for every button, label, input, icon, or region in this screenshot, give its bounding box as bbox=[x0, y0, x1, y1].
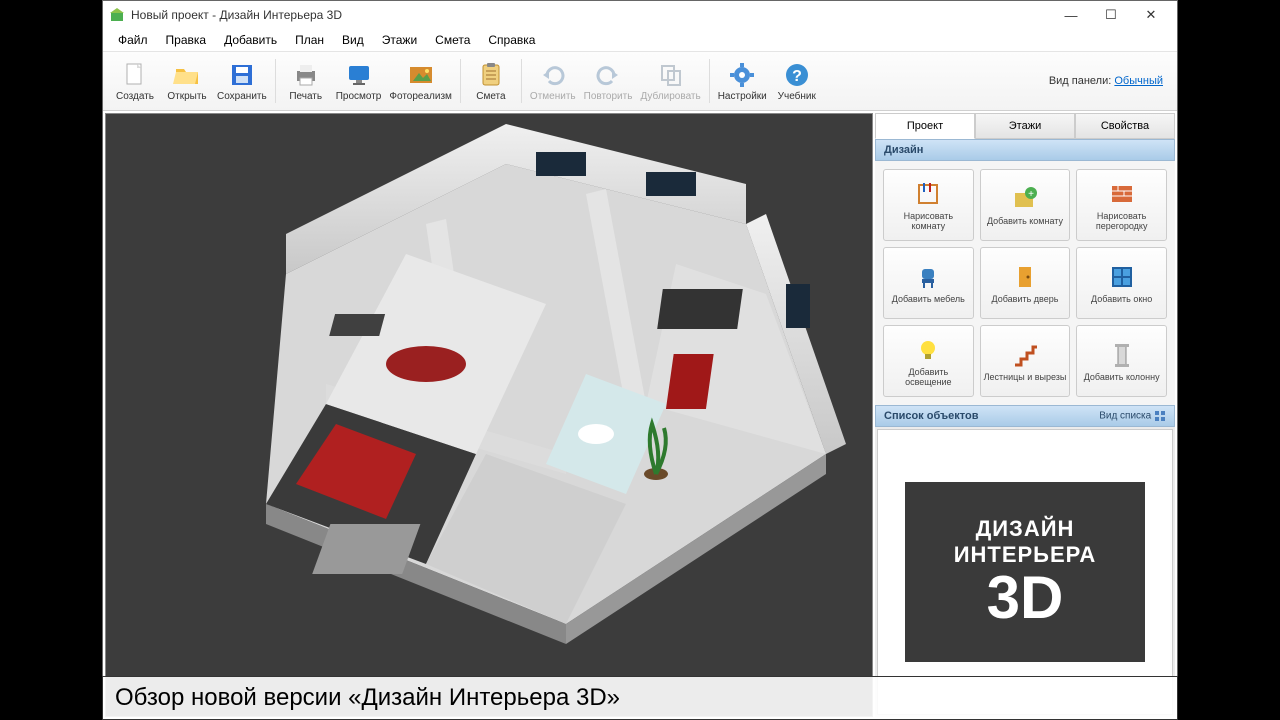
app-window: Новый проект - Дизайн Интерьера 3D — ☐ ✕… bbox=[102, 0, 1178, 720]
menu-view[interactable]: Вид bbox=[335, 31, 371, 49]
monitor-icon bbox=[345, 61, 373, 89]
object-list[interactable]: ДИЗАЙН ИНТЕРЬЕРА 3D bbox=[877, 429, 1173, 715]
toolbar: Создать Открыть Сохранить Печать Просмот… bbox=[103, 51, 1177, 111]
main-area: Проект Этажи Свойства Дизайн Нарисовать … bbox=[103, 111, 1177, 719]
tool-add-column[interactable]: Добавить колонну bbox=[1076, 325, 1167, 397]
menu-floors[interactable]: Этажи bbox=[375, 31, 424, 49]
gear-icon bbox=[728, 61, 756, 89]
floorplan-render bbox=[146, 124, 866, 644]
menu-estimate[interactable]: Смета bbox=[428, 31, 477, 49]
separator bbox=[460, 59, 461, 103]
window-title: Новый проект - Дизайн Интерьера 3D bbox=[131, 8, 1051, 22]
tool-add-door[interactable]: Добавить дверь bbox=[980, 247, 1071, 319]
panel-mode-link[interactable]: Обычный bbox=[1114, 75, 1163, 87]
separator bbox=[521, 59, 522, 103]
menu-edit[interactable]: Правка bbox=[159, 31, 214, 49]
maximize-button[interactable]: ☐ bbox=[1091, 3, 1131, 27]
create-button[interactable]: Создать bbox=[109, 53, 161, 109]
new-file-icon bbox=[121, 61, 149, 89]
close-button[interactable]: ✕ bbox=[1131, 3, 1171, 27]
tool-add-window[interactable]: Добавить окно bbox=[1076, 247, 1167, 319]
tab-properties[interactable]: Свойства bbox=[1075, 113, 1175, 139]
draw-room-icon bbox=[914, 180, 942, 208]
photo-icon bbox=[407, 61, 435, 89]
duplicate-button[interactable]: Дублировать bbox=[636, 53, 704, 109]
viewport-3d[interactable] bbox=[105, 113, 873, 717]
menu-help[interactable]: Справка bbox=[481, 31, 542, 49]
tool-add-furniture[interactable]: Добавить мебель bbox=[883, 247, 974, 319]
svg-text:+: + bbox=[1028, 189, 1034, 200]
tab-project[interactable]: Проект bbox=[875, 113, 975, 139]
stairs-icon bbox=[1011, 341, 1039, 369]
panel-mode-selector[interactable]: Вид панели: Обычный bbox=[1049, 75, 1171, 87]
video-caption: Обзор новой версии «Дизайн Интерьера 3D» bbox=[102, 676, 1178, 720]
chair-icon bbox=[914, 263, 942, 291]
column-icon bbox=[1108, 341, 1136, 369]
list-view-toggle[interactable]: Вид списка bbox=[1099, 410, 1166, 422]
tool-stairs-cutouts[interactable]: Лестницы и вырезы bbox=[980, 325, 1071, 397]
logo-3d: ДИЗАЙН ИНТЕРЬЕРА 3D bbox=[905, 482, 1145, 662]
design-tool-grid: Нарисовать комнату + Добавить комнату На… bbox=[875, 161, 1175, 405]
help-icon: ? bbox=[783, 61, 811, 89]
clipboard-icon bbox=[477, 61, 505, 89]
print-button[interactable]: Печать bbox=[280, 53, 332, 109]
tool-add-lighting[interactable]: Добавить освещение bbox=[883, 325, 974, 397]
redo-button[interactable]: Повторить bbox=[580, 53, 637, 109]
titlebar: Новый проект - Дизайн Интерьера 3D — ☐ ✕ bbox=[103, 1, 1177, 29]
printer-icon bbox=[292, 61, 320, 89]
brick-wall-icon bbox=[1108, 180, 1136, 208]
estimate-button[interactable]: Смета bbox=[465, 53, 517, 109]
tool-draw-partition[interactable]: Нарисовать перегородку bbox=[1076, 169, 1167, 241]
tool-draw-room[interactable]: Нарисовать комнату bbox=[883, 169, 974, 241]
design-section-header: Дизайн bbox=[875, 139, 1175, 161]
open-button[interactable]: Открыть bbox=[161, 53, 213, 109]
add-room-icon: + bbox=[1011, 185, 1039, 213]
side-panel: Проект Этажи Свойства Дизайн Нарисовать … bbox=[875, 113, 1175, 717]
window-icon bbox=[1108, 263, 1136, 291]
menu-file[interactable]: Файл bbox=[111, 31, 155, 49]
svg-text:?: ? bbox=[792, 68, 802, 85]
menu-add[interactable]: Добавить bbox=[217, 31, 284, 49]
photoreal-button[interactable]: Фотореализм bbox=[385, 53, 456, 109]
tab-floors[interactable]: Этажи bbox=[975, 113, 1075, 139]
list-view-icon bbox=[1154, 410, 1166, 422]
floppy-icon bbox=[228, 61, 256, 89]
help-button[interactable]: ? Учебник bbox=[771, 53, 823, 109]
door-icon bbox=[1011, 263, 1039, 291]
separator bbox=[275, 59, 276, 103]
save-button[interactable]: Сохранить bbox=[213, 53, 271, 109]
preview-button[interactable]: Просмотр bbox=[332, 53, 386, 109]
menubar: Файл Правка Добавить План Вид Этажи Смет… bbox=[103, 29, 1177, 51]
objects-section-header: Список объектов Вид списка bbox=[875, 405, 1175, 427]
undo-button[interactable]: Отменить bbox=[526, 53, 580, 109]
undo-icon bbox=[539, 61, 567, 89]
app-icon bbox=[109, 7, 125, 23]
bulb-icon bbox=[914, 336, 942, 364]
folder-open-icon bbox=[173, 61, 201, 89]
redo-icon bbox=[594, 61, 622, 89]
separator bbox=[709, 59, 710, 103]
tool-add-room[interactable]: + Добавить комнату bbox=[980, 169, 1071, 241]
menu-plan[interactable]: План bbox=[288, 31, 331, 49]
minimize-button[interactable]: — bbox=[1051, 3, 1091, 27]
duplicate-icon bbox=[657, 61, 685, 89]
side-tabs: Проект Этажи Свойства bbox=[875, 113, 1175, 139]
settings-button[interactable]: Настройки bbox=[714, 53, 771, 109]
